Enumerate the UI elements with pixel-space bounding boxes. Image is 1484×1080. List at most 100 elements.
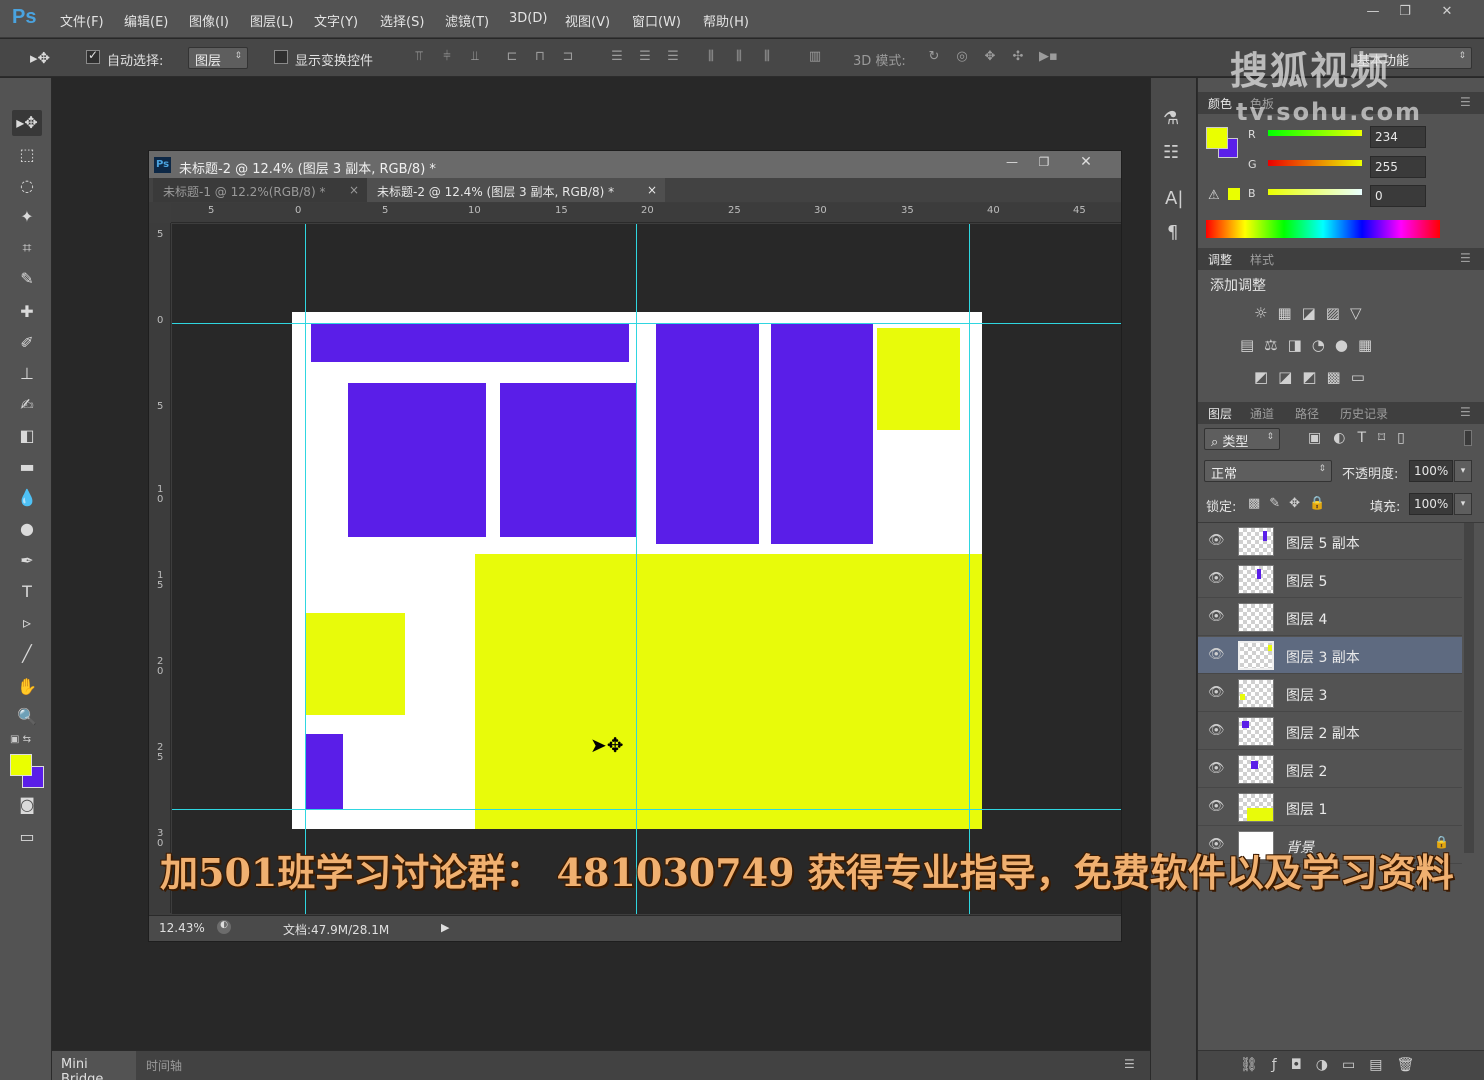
3d-scale-icon[interactable]: ▶▪	[1039, 49, 1058, 67]
green-slider[interactable]	[1268, 160, 1362, 166]
auto-select-checkbox[interactable]	[86, 48, 100, 64]
filter-toggle-switch[interactable]	[1464, 430, 1472, 446]
color-spectrum-ramp[interactable]	[1206, 220, 1440, 238]
quick-select-tool-icon[interactable]: ✦	[12, 204, 42, 230]
menu-type[interactable]: 文字(Y)	[314, 11, 358, 30]
tab-close-icon[interactable]: ×	[349, 183, 359, 197]
menu-3d[interactable]: 3D(D)	[509, 11, 547, 26]
distribute-top-icon[interactable]: ☰	[608, 49, 626, 67]
out-of-gamut-warning-icon[interactable]: ⚠	[1208, 188, 1220, 203]
visibility-eye-icon[interactable]: 👁	[1208, 609, 1225, 624]
maximize-button[interactable]: ❐	[1390, 4, 1420, 22]
guide-horizontal-2[interactable]	[172, 809, 1121, 810]
tab-document-1[interactable]: 未标题-1 @ 12.2%(RGB/8) * ×	[153, 178, 367, 202]
fill-field[interactable]: 100%	[1409, 493, 1453, 515]
canvas-viewport[interactable]: ➤✥	[172, 224, 1121, 914]
menu-view[interactable]: 视图(V)	[565, 11, 610, 30]
vertical-ruler[interactable]: 5 0 5 1 0 1 5 2 0 2 5 3 0	[149, 223, 171, 913]
tab-channels[interactable]: 通道	[1250, 405, 1274, 422]
horizontal-ruler[interactable]: 5 0 5 10 15 20 25 30 35 40 45	[171, 203, 1121, 223]
distribute-hcenter-icon[interactable]: ⫼	[730, 49, 748, 67]
menu-file[interactable]: 文件(F)	[60, 11, 104, 30]
layer-filter-dropdown[interactable]: ⌕ 类型 ⇕	[1204, 428, 1280, 450]
gradient-tool-icon[interactable]: ▬	[12, 454, 42, 480]
document-title-bar[interactable]: Ps 未标题-2 @ 12.4% (图层 3 副本, RGB/8) * — ❐ …	[149, 151, 1121, 178]
adjustment-icons-row-3[interactable]: ◩◪◩▩▭	[1254, 368, 1375, 386]
layer-row-layer-1[interactable]: 👁 图层 1	[1198, 789, 1462, 826]
guide-vertical-1[interactable]	[305, 224, 306, 914]
swap-colors-icon[interactable]: ▣ ⇆	[10, 734, 40, 748]
history-brush-tool-icon[interactable]: ✍	[12, 392, 42, 418]
crop-tool-icon[interactable]: ⌗	[12, 235, 42, 261]
show-transform-checkbox[interactable]	[274, 50, 288, 64]
visibility-eye-icon[interactable]: 👁	[1208, 647, 1225, 662]
opacity-field[interactable]: 100%	[1409, 460, 1453, 482]
line-tool-icon[interactable]: ╱	[12, 641, 42, 667]
layer-row-layer-2[interactable]: 👁 图层 2	[1198, 751, 1462, 788]
minimize-button[interactable]: —	[1358, 4, 1388, 22]
close-button[interactable]: ✕	[1432, 4, 1462, 22]
menu-select[interactable]: 选择(S)	[380, 11, 424, 30]
properties-panel-icon[interactable]: ☷	[1163, 142, 1179, 163]
tab-color[interactable]: 颜色	[1208, 95, 1232, 112]
artboard-canvas[interactable]	[292, 312, 982, 829]
distribute-left-icon[interactable]: ⫼	[702, 49, 720, 67]
opacity-slider-toggle[interactable]: ▾	[1454, 460, 1472, 482]
tab-adjustments[interactable]: 调整	[1208, 251, 1232, 268]
menu-help[interactable]: 帮助(H)	[703, 11, 749, 30]
guide-vertical-3[interactable]	[969, 224, 970, 914]
move-tool-icon[interactable]: ▸✥	[12, 110, 42, 136]
screen-mode-icon[interactable]: ▭	[12, 824, 42, 850]
layer-filter-type-icons[interactable]: ▣◐T⌑▯	[1308, 430, 1417, 446]
eyedropper-tool-icon[interactable]: ✎	[12, 266, 42, 292]
align-bottom-icon[interactable]: ⫫	[466, 49, 484, 67]
lasso-tool-icon[interactable]: ◌	[12, 173, 42, 199]
3d-slide-icon[interactable]: ✣	[1009, 49, 1027, 67]
tab-document-2[interactable]: 未标题-2 @ 12.4% (图层 3 副本, RGB/8) * ×	[367, 178, 665, 202]
menu-layer[interactable]: 图层(L)	[250, 11, 293, 30]
path-select-tool-icon[interactable]: ▹	[12, 610, 42, 636]
foreground-color-swatch[interactable]	[10, 754, 32, 776]
3d-roll-icon[interactable]: ◎	[953, 49, 971, 67]
adjustment-icons-row-1[interactable]: ☼▦◪▨▽	[1254, 304, 1372, 322]
blend-mode-dropdown[interactable]: 正常 ⇕	[1204, 460, 1332, 482]
menu-filter[interactable]: 滤镜(T)	[445, 11, 489, 30]
tab-close-icon[interactable]: ×	[647, 183, 657, 197]
gamut-color-swatch[interactable]	[1228, 188, 1240, 200]
align-top-icon[interactable]: ⫪	[410, 49, 428, 67]
panel-menu-icon[interactable]: ☰	[1124, 1057, 1135, 1071]
tab-timeline[interactable]: 时间轴	[146, 1057, 182, 1074]
hand-tool-icon[interactable]: ✋	[12, 674, 42, 700]
tab-paths[interactable]: 路径	[1295, 405, 1319, 422]
visibility-eye-icon[interactable]: 👁	[1208, 533, 1225, 548]
3d-drag-icon[interactable]: ✥	[981, 49, 999, 67]
type-tool-icon[interactable]: T	[12, 579, 42, 605]
move-tool-preset-icon[interactable]: ▸✥	[30, 49, 50, 67]
green-value-field[interactable]: 255	[1370, 156, 1426, 178]
guide-vertical-2[interactable]	[636, 224, 637, 914]
align-hcenter-icon[interactable]: ⊓	[531, 49, 549, 67]
doc-close-button[interactable]: ✕	[1073, 154, 1099, 172]
tab-styles[interactable]: 样式	[1250, 251, 1274, 268]
fill-slider-toggle[interactable]: ▾	[1454, 493, 1472, 515]
tab-history[interactable]: 历史记录	[1340, 405, 1388, 422]
quick-mask-icon[interactable]: ◙	[12, 792, 42, 818]
brush-tool-icon[interactable]: ✐	[12, 330, 42, 356]
status-menu-arrow-icon[interactable]: ▶	[441, 921, 449, 934]
align-right-icon[interactable]: ⊐	[559, 49, 577, 67]
eraser-tool-icon[interactable]: ◧	[12, 423, 42, 449]
menu-window[interactable]: 窗口(W)	[632, 11, 681, 30]
visibility-eye-icon[interactable]: 👁	[1208, 685, 1225, 700]
3d-rotate-icon[interactable]: ↻	[925, 49, 943, 67]
layers-scrollbar[interactable]	[1464, 523, 1474, 853]
history-panel-icon[interactable]: ⚗	[1163, 108, 1179, 129]
lock-options-icons[interactable]: ▩✎✥🔒	[1248, 496, 1334, 511]
blur-tool-icon[interactable]: 💧	[12, 485, 42, 511]
layer-row-layer-4[interactable]: 👁 图层 4	[1198, 599, 1462, 636]
layer-row-layer-2-copy[interactable]: 👁 图层 2 副本	[1198, 713, 1462, 750]
layer-row-layer-5-copy[interactable]: 👁 图层 5 副本	[1198, 523, 1462, 560]
doc-maximize-button[interactable]: ❐	[1031, 155, 1057, 173]
layer-row-layer-5[interactable]: 👁 图层 5	[1198, 561, 1462, 598]
marquee-tool-icon[interactable]: ⬚	[12, 142, 42, 168]
adjustment-icons-row-2[interactable]: ▤⚖◨◔●▦	[1240, 336, 1382, 354]
